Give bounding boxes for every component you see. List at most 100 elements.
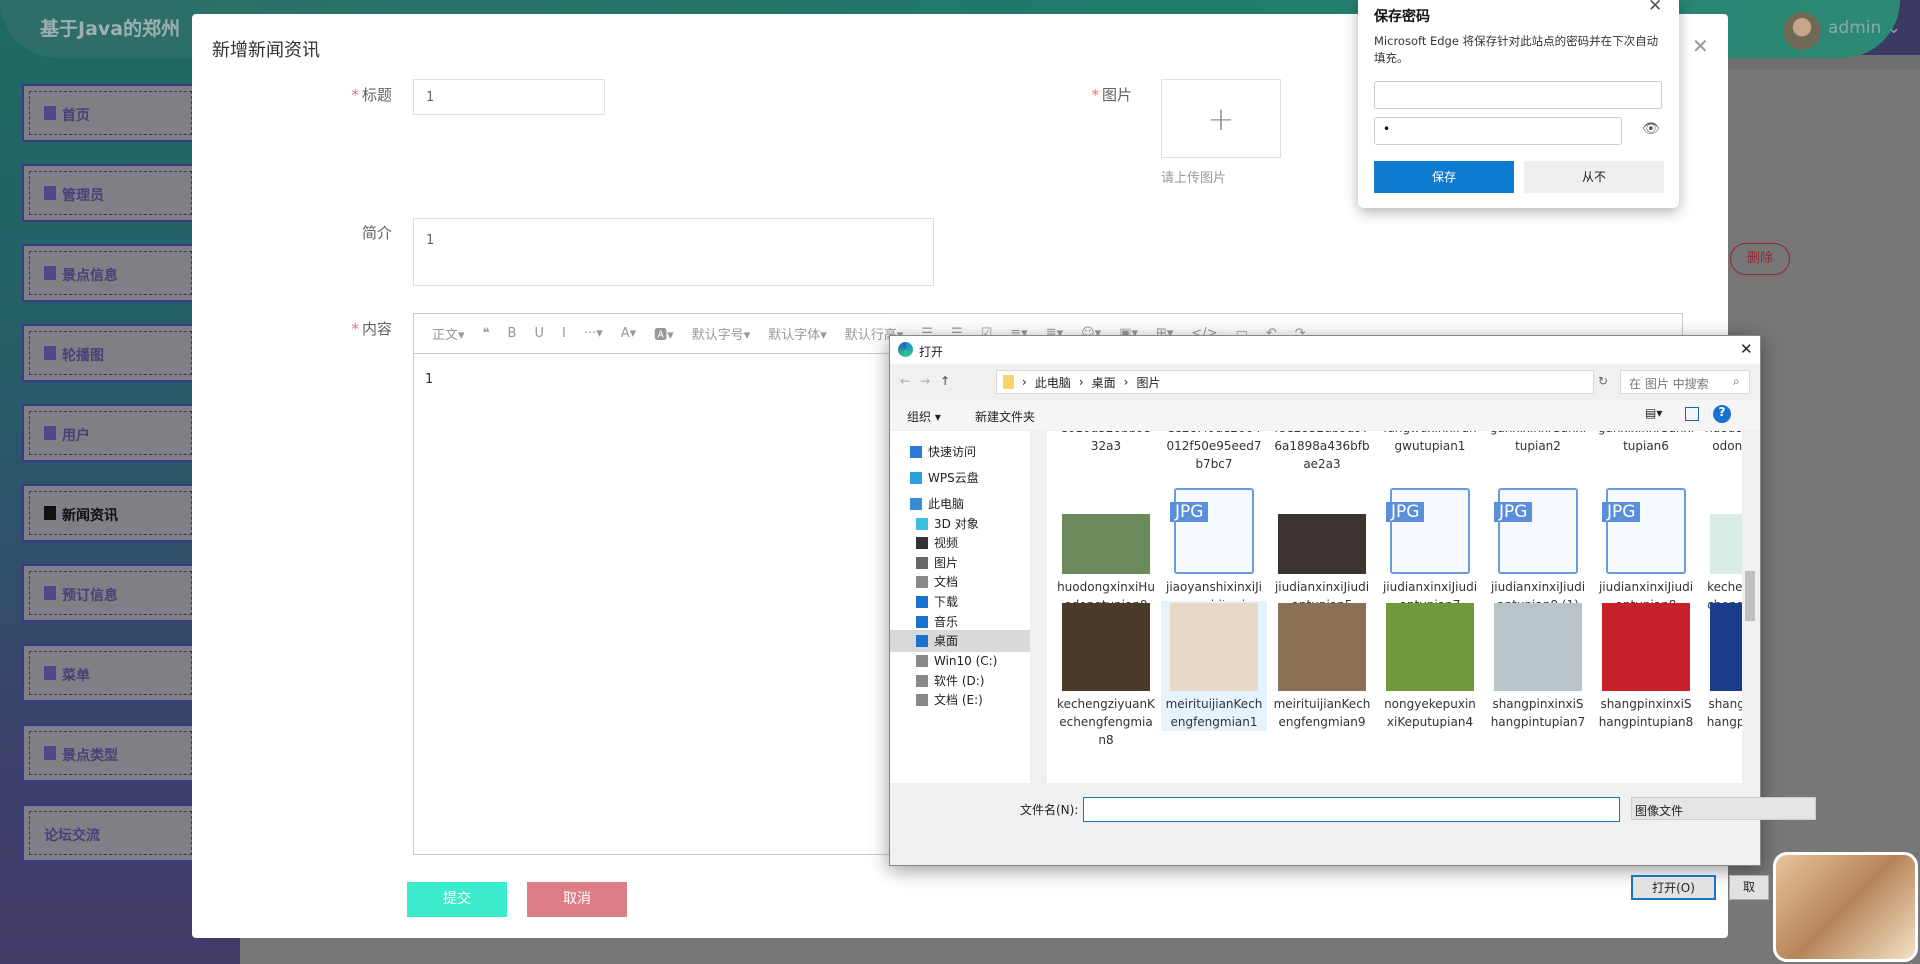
nav-item-label: 下载 bbox=[934, 595, 959, 609]
file-item[interactable]: huodongxinxiHuodongtupian9 (1) bbox=[1701, 431, 1747, 479]
view-options-icon[interactable]: ▤▾ bbox=[1645, 406, 1662, 420]
file-item[interactable]: shangpinxinxiShangpintupian7 bbox=[1485, 601, 1591, 731]
nav-item[interactable]: Win10 (C:) bbox=[916, 650, 997, 672]
address-bar[interactable]: › 此电脑 › 桌面 › 图片 bbox=[996, 370, 1594, 394]
sidebar-item-label: 管理员 bbox=[62, 188, 104, 204]
toolbar-button[interactable]: ❝ bbox=[483, 326, 490, 341]
file-item[interactable]: ganxixinxiGanxitupian6 bbox=[1593, 431, 1699, 479]
sidebar-item[interactable]: 用户 bbox=[22, 404, 194, 462]
toolbar-button[interactable]: A▾ bbox=[621, 326, 636, 341]
close-icon[interactable]: ✕ bbox=[1740, 340, 1753, 358]
file-name: huodongxinxiHuodongtupian9 (1) bbox=[1705, 431, 1747, 471]
organize-menu[interactable]: 组织 ▾ bbox=[907, 408, 941, 425]
file-item[interactable]: nongyekepuxinxiKeputupian4 bbox=[1377, 601, 1483, 731]
nav-item[interactable]: 快速访问 bbox=[910, 441, 976, 463]
close-icon[interactable]: ✕ bbox=[1692, 34, 1709, 58]
sidebar-item[interactable]: 菜单 bbox=[22, 644, 194, 702]
sidebar-item[interactable]: 首页 bbox=[22, 84, 194, 142]
sidebar-item[interactable]: 景点信息 bbox=[22, 244, 194, 302]
intro-textarea[interactable]: 1 bbox=[413, 218, 934, 286]
breadcrumb-item[interactable]: 图片 bbox=[1136, 374, 1160, 391]
nav-item[interactable]: 文档 bbox=[916, 571, 958, 593]
file-item[interactable]: shangpinxinxiShangpintupian8 bbox=[1593, 601, 1699, 731]
filetype-select[interactable]: 图像文件 bbox=[1631, 797, 1816, 820]
sidebar-item[interactable]: 新闻资讯 bbox=[22, 484, 194, 542]
folder-icon bbox=[916, 675, 928, 687]
refresh-icon[interactable]: ↻ bbox=[1598, 374, 1608, 388]
username: admin bbox=[1828, 18, 1882, 38]
nav-item[interactable]: 下载 bbox=[916, 591, 958, 613]
nav-item-label: 桌面 bbox=[934, 634, 959, 648]
toolbar-button[interactable]: I bbox=[562, 326, 566, 341]
open-button[interactable]: 打开(O) bbox=[1631, 875, 1716, 900]
toolbar-button[interactable]: ···▾ bbox=[584, 326, 603, 341]
file-item[interactable]: huodongxinxiHuodongtupian9 bbox=[1053, 484, 1159, 614]
file-item[interactable]: kechengziyuanKechengfengmian8 bbox=[1053, 601, 1159, 749]
file-item[interactable]: JPGjiudianxinxiJiudiantupian8 (1) bbox=[1485, 484, 1591, 614]
file-name: f8e2832db9a976a1898a436bfbae2a3 bbox=[1274, 431, 1370, 471]
preview-pane-icon[interactable] bbox=[1685, 407, 1699, 421]
toolbar-button[interactable]: 🅰▾ bbox=[654, 324, 674, 343]
sidebar-item[interactable]: 景点类型 bbox=[22, 724, 194, 782]
back-icon[interactable]: ← bbox=[900, 374, 920, 388]
file-item[interactable]: ee2c7f9ae2064012f50e95eed7b7bc7 bbox=[1161, 431, 1267, 479]
toolbar-button[interactable]: 默认字体▾ bbox=[768, 324, 827, 343]
file-item[interactable]: shangpinxinxiShangpintupian9 bbox=[1701, 601, 1747, 731]
password-field[interactable]: • bbox=[1374, 117, 1622, 145]
nav-item[interactable]: 桌面 bbox=[890, 630, 1030, 652]
folder-icon bbox=[916, 616, 928, 628]
up-icon[interactable]: ↑ bbox=[940, 374, 960, 388]
title-input[interactable]: 1 bbox=[413, 79, 605, 115]
sidebar-item-label: 用户 bbox=[62, 428, 90, 444]
folder-icon bbox=[916, 596, 928, 608]
delete-button[interactable]: 删除 bbox=[1730, 243, 1790, 275]
eye-icon[interactable]: 👁 bbox=[1642, 121, 1660, 137]
grid-scrollbar[interactable] bbox=[1742, 431, 1759, 783]
file-item[interactable]: jiudianxinxiJiudiantupian5 bbox=[1269, 484, 1375, 614]
save-password-button[interactable]: 保存 bbox=[1374, 161, 1514, 193]
nav-scrollbar[interactable] bbox=[1030, 431, 1047, 783]
file-item[interactable]: JPGjiudianxinxiJiudiantupian8 bbox=[1593, 484, 1699, 614]
close-icon[interactable]: ✕ bbox=[1648, 0, 1662, 16]
breadcrumb-item[interactable]: 桌面 bbox=[1092, 374, 1116, 391]
news-icon bbox=[44, 506, 56, 520]
dialog-cancel-button[interactable]: 取 bbox=[1729, 875, 1769, 900]
avatar[interactable] bbox=[1783, 12, 1821, 50]
user-menu[interactable]: admin ⌄ bbox=[1828, 18, 1901, 38]
toolbar-button[interactable]: B bbox=[508, 326, 517, 341]
toolbar-button[interactable]: 默认字号▾ bbox=[692, 324, 751, 343]
filename-input[interactable] bbox=[1083, 797, 1620, 822]
cancel-button[interactable]: 取消 bbox=[527, 882, 627, 917]
file-item[interactable]: meirituijianKechengfengmian1 bbox=[1161, 601, 1267, 731]
new-folder-button[interactable]: 新建文件夹 bbox=[975, 408, 1035, 425]
nav-item[interactable]: 文档 (E:) bbox=[916, 689, 983, 711]
forward-icon[interactable]: → bbox=[920, 374, 940, 388]
file-item[interactable]: e010d320bb9332a3 bbox=[1053, 431, 1159, 479]
toolbar-button[interactable]: 正文▾ bbox=[432, 324, 465, 343]
submit-button[interactable]: 提交 bbox=[407, 882, 507, 917]
file-item[interactable]: meirituijianKechengfengmian9 bbox=[1269, 601, 1375, 731]
floating-widget-image[interactable] bbox=[1773, 852, 1918, 962]
folder-icon bbox=[910, 446, 922, 458]
user-icon bbox=[44, 426, 56, 440]
file-name: meirituijianKechengfengmian9 bbox=[1273, 697, 1371, 729]
sidebar-item[interactable]: 论坛交流 bbox=[22, 804, 194, 862]
sidebar-item[interactable]: 轮播图 bbox=[22, 324, 194, 382]
file-item[interactable]: f8e2832db9a976a1898a436bfbae2a3 bbox=[1269, 431, 1375, 479]
nav-item[interactable]: 此电脑 bbox=[910, 493, 964, 515]
image-upload[interactable]: + bbox=[1161, 79, 1281, 158]
file-item[interactable]: ganxixinxiGanxitupian2 bbox=[1485, 431, 1591, 479]
file-item[interactable]: JPGjiudianxinxiJiudiantupian7 bbox=[1377, 484, 1483, 614]
breadcrumb-item[interactable]: 此电脑 bbox=[1035, 374, 1071, 391]
sidebar-item[interactable]: 管理员 bbox=[22, 164, 194, 222]
help-icon[interactable]: ? bbox=[1713, 405, 1731, 423]
breadcrumb-separator: › bbox=[1123, 375, 1129, 389]
nav-item[interactable]: 视频 bbox=[916, 532, 958, 554]
file-item[interactable]: fangwuxinxiFangwutupian1 bbox=[1377, 431, 1483, 479]
search-input[interactable]: 在 图片 中搜索 bbox=[1620, 370, 1750, 394]
toolbar-button[interactable]: U bbox=[534, 326, 544, 341]
nav-item[interactable]: WPS云盘 bbox=[910, 467, 979, 489]
username-field[interactable] bbox=[1374, 81, 1662, 109]
never-button[interactable]: 从不 bbox=[1524, 161, 1664, 193]
sidebar-item[interactable]: 预订信息 bbox=[22, 564, 194, 622]
